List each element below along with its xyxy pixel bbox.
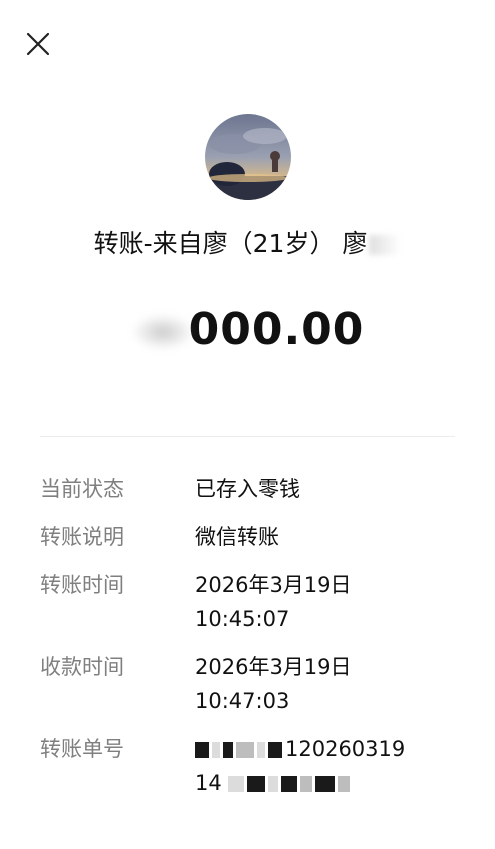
order-number-line2: 14 <box>195 766 470 800</box>
transfer-title-text: 转账-来自廖（21岁） 廖 <box>93 229 368 258</box>
note-label: 转账说明 <box>40 525 124 549</box>
redaction-block <box>257 742 265 758</box>
transfer-details: 当前状态 已存入零钱 转账说明 微信转账 转账时间 2026年3月19日 10:… <box>40 472 470 800</box>
redaction-block <box>267 776 278 792</box>
receive-time-label: 收款时间 <box>40 655 124 679</box>
transfer-title: 转账-来自廖（21岁） 廖 <box>0 224 495 264</box>
redaction-block <box>314 776 335 792</box>
close-icon <box>26 32 50 56</box>
transfer-clock: 10:45:07 <box>195 607 290 631</box>
redaction-block <box>280 776 297 792</box>
receive-time-value: 2026年3月19日 10:47:03 <box>195 650 470 718</box>
redaction-block <box>195 742 209 758</box>
detail-row-order-number: 转账单号 120260319 14 <box>40 732 470 800</box>
close-button[interactable] <box>22 28 54 60</box>
amount-value: 000.00 <box>188 304 365 355</box>
redaction-block <box>246 776 265 792</box>
order-number-line1: 120260319 <box>195 732 470 766</box>
transfer-time-label: 转账时间 <box>40 573 124 597</box>
detail-row-receive-time: 收款时间 2026年3月19日 10:47:03 <box>40 650 470 718</box>
transfer-date: 2026年3月19日 <box>195 573 352 597</box>
redaction-block <box>236 742 254 758</box>
divider <box>40 436 455 437</box>
receive-date: 2026年3月19日 <box>195 655 352 679</box>
redaction-block <box>212 742 220 758</box>
redaction-blur <box>369 235 402 255</box>
order-number-visible-2: 14 <box>195 771 222 795</box>
order-number-visible-1: 120260319 <box>285 737 406 761</box>
status-value: 已存入零钱 <box>195 477 300 501</box>
detail-row-transfer-time: 转账时间 2026年3月19日 10:45:07 <box>40 568 470 636</box>
status-label: 当前状态 <box>40 477 124 501</box>
note-value: 微信转账 <box>195 525 279 549</box>
redaction-block <box>337 776 350 792</box>
order-label: 转账单号 <box>40 737 124 761</box>
redaction-block <box>223 742 233 758</box>
transfer-amount: 000.00 <box>0 300 495 360</box>
redaction-blur <box>130 314 195 350</box>
detail-row-note: 转账说明 微信转账 <box>40 520 470 554</box>
avatar-image <box>205 114 291 200</box>
receive-clock: 10:47:03 <box>195 689 290 713</box>
redaction-block <box>268 742 282 758</box>
redaction-block <box>227 776 244 792</box>
transfer-time-value: 2026年3月19日 10:45:07 <box>195 568 470 636</box>
detail-row-status: 当前状态 已存入零钱 <box>40 472 470 506</box>
order-number-value[interactable]: 120260319 14 <box>195 732 470 800</box>
redaction-block <box>299 776 312 792</box>
avatar <box>205 114 291 200</box>
